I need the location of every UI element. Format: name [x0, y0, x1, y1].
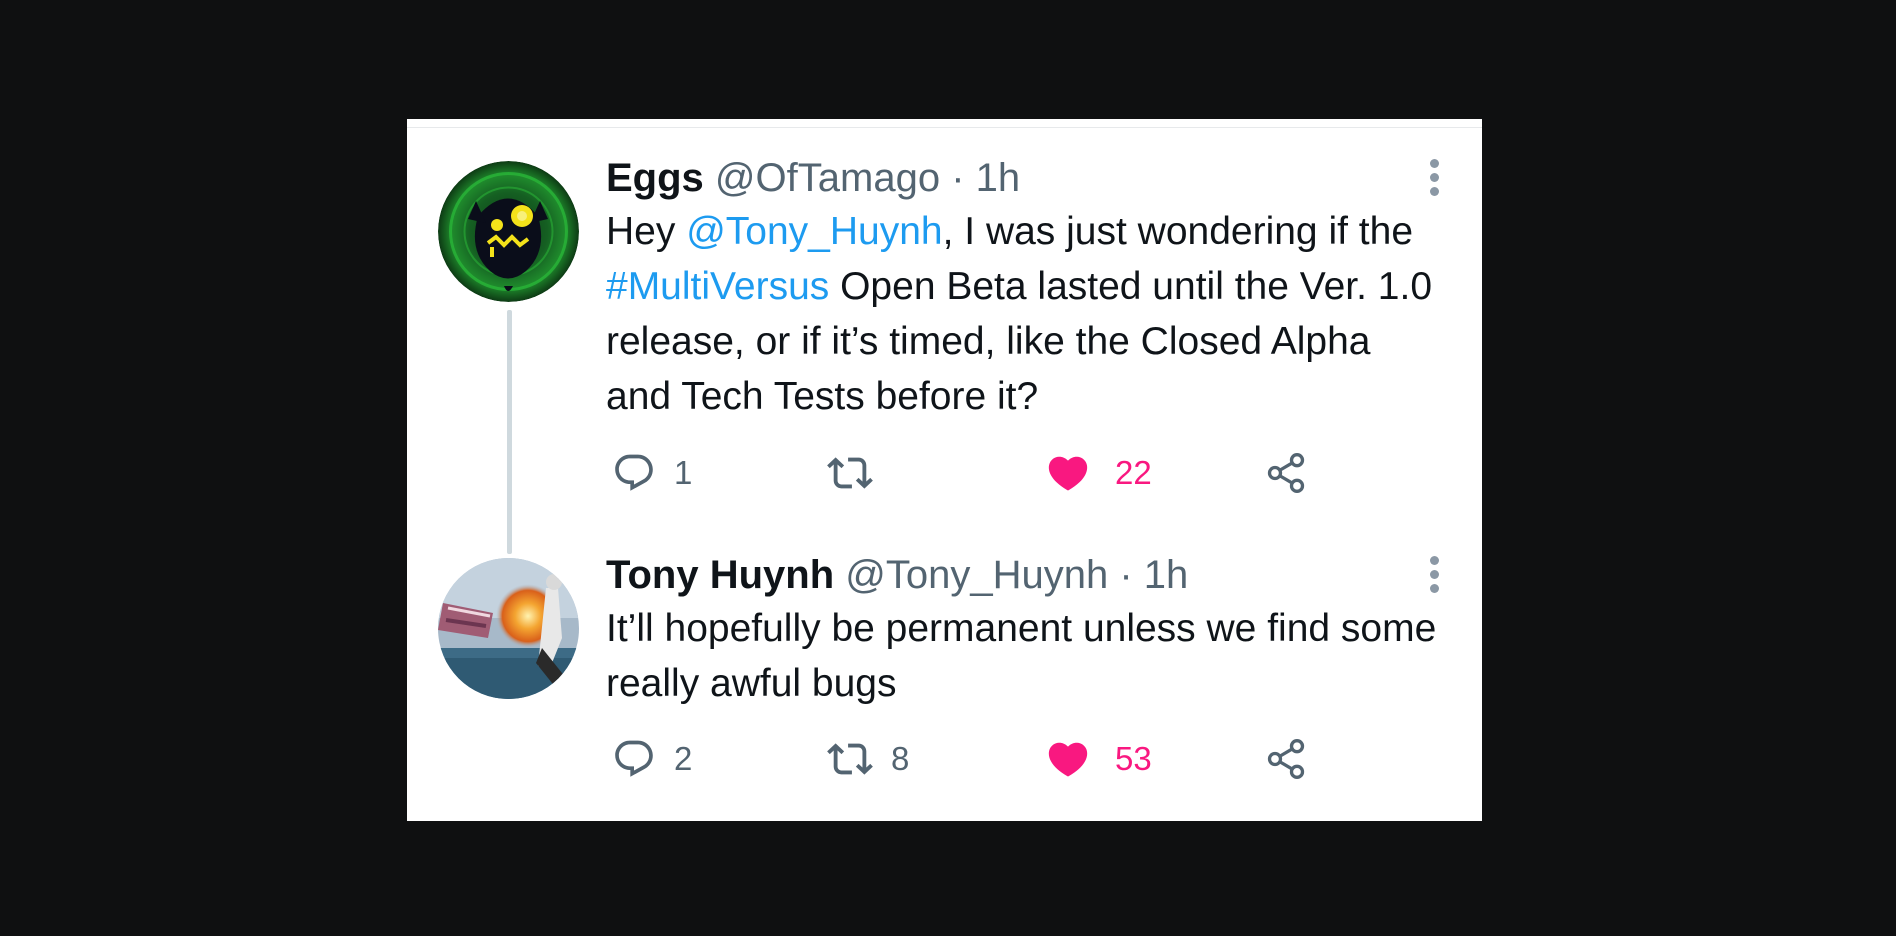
tweet-actions: 1 22: [612, 448, 1332, 498]
handle[interactable]: @OfTamago: [715, 156, 940, 200]
retweet-icon: [827, 743, 873, 775]
text-segment: , I was just wondering if the: [942, 210, 1414, 253]
retweet-button[interactable]: [827, 448, 891, 498]
tweet-text: It’ll hopefully be permanent unless we f…: [606, 607, 1437, 705]
avatar-tony-huynh[interactable]: [438, 558, 579, 699]
display-name[interactable]: Eggs: [606, 156, 704, 200]
tweet-text: Hey @Tony_Huynh, I was just wondering if…: [606, 204, 1442, 424]
reply-button[interactable]: 2: [612, 734, 692, 784]
tweet-actions: 2 8 53: [612, 734, 1332, 784]
divider: [407, 127, 1482, 128]
avatar-eggs[interactable]: [438, 161, 579, 302]
tweet-thread-card: Eggs @OfTamago · 1h Hey @Tony_Huynh, I w…: [407, 119, 1482, 821]
share-icon: [1267, 453, 1305, 493]
tweet-header: Eggs @OfTamago · 1h: [606, 154, 1442, 202]
text-segment: Hey: [606, 210, 687, 253]
reply-count: 1: [674, 454, 693, 491]
reply-count: 2: [674, 740, 693, 777]
like-count: 53: [1115, 740, 1152, 777]
retweet-count: 8: [891, 740, 910, 777]
share-icon: [1267, 739, 1305, 779]
thread-connector-line: [507, 310, 512, 554]
tweet-eggs: Eggs @OfTamago · 1h Hey @Tony_Huynh, I w…: [606, 154, 1442, 424]
display-name[interactable]: Tony Huynh: [606, 553, 834, 597]
timestamp[interactable]: · 1h: [1119, 553, 1188, 597]
like-icon: [1048, 456, 1088, 491]
hashtag-link[interactable]: #MultiVersus: [606, 265, 829, 308]
reply-icon: [615, 454, 653, 491]
timestamp[interactable]: · 1h: [951, 156, 1020, 200]
retweet-icon: [827, 457, 873, 489]
like-button[interactable]: 22: [1045, 448, 1152, 498]
like-icon: [1048, 742, 1088, 777]
reply-button[interactable]: 1: [612, 448, 692, 498]
tweet-header: Tony Huynh @Tony_Huynh · 1h: [606, 551, 1442, 599]
reply-icon: [615, 740, 653, 777]
handle[interactable]: @Tony_Huynh: [845, 553, 1108, 597]
share-button[interactable]: [1264, 734, 1308, 784]
more-options-icon[interactable]: [1430, 556, 1440, 598]
share-button[interactable]: [1264, 448, 1308, 498]
more-options-icon[interactable]: [1430, 159, 1440, 201]
tweet-tony-huynh: Tony Huynh @Tony_Huynh · 1h It’ll hopefu…: [606, 551, 1442, 711]
mention-link[interactable]: @Tony_Huynh: [686, 210, 942, 253]
like-count: 22: [1115, 454, 1152, 491]
retweet-button[interactable]: 8: [827, 734, 909, 784]
like-button[interactable]: 53: [1045, 734, 1152, 784]
